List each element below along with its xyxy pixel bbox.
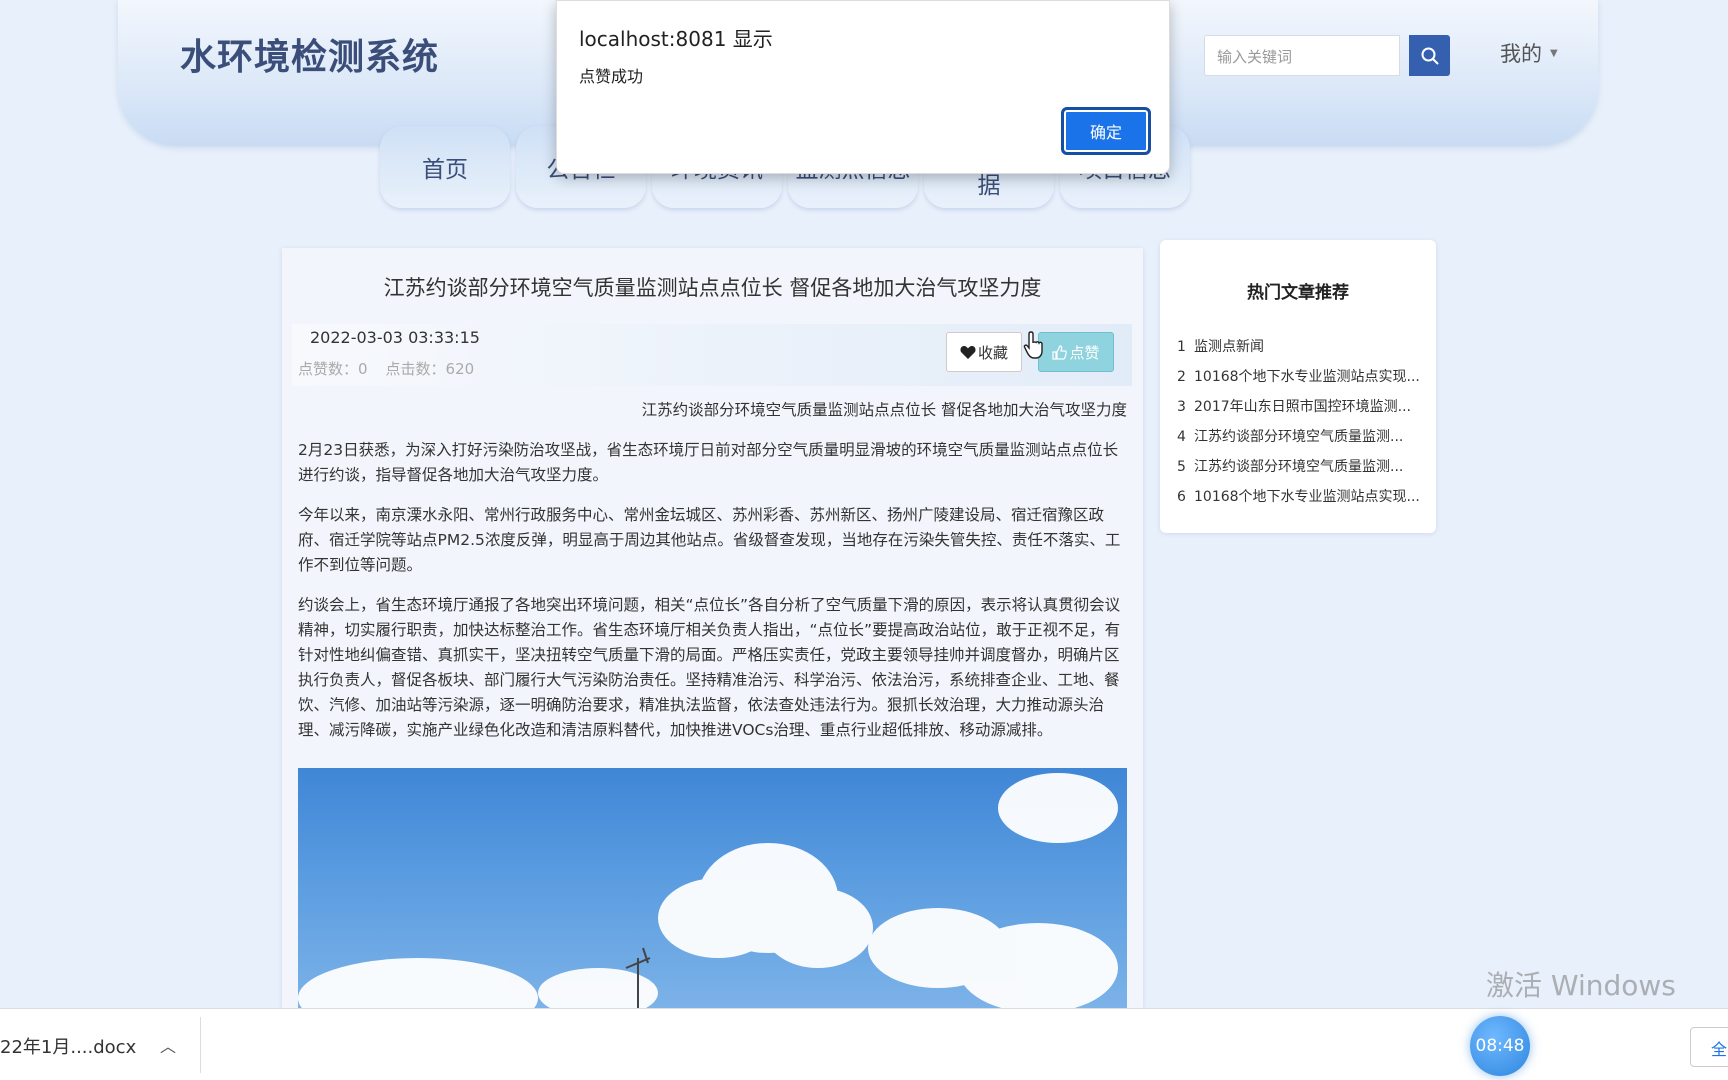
hot-article-item[interactable]: 6 10168个地下水专业监测站点实现... — [1177, 486, 1425, 516]
like-button[interactable]: 点赞 — [1038, 332, 1114, 372]
hot-article-item[interactable]: 1 监测点新闻 — [1177, 336, 1425, 366]
search-icon — [1421, 47, 1439, 65]
article-subtitle: 江苏约谈部分环境空气质量监测站点点位长 督促各地加大治气攻坚力度 — [641, 401, 1127, 419]
like-label: 点赞 — [1069, 343, 1100, 362]
download-file-name[interactable]: 22年1月....docx — [0, 1033, 136, 1059]
hot-article-item[interactable]: 3 2017年山东日照市国控环境监测... — [1177, 396, 1425, 426]
article-title: 江苏约谈部分环境空气质量监测站点点位长 督促各地加大治气攻坚力度 — [383, 276, 1042, 300]
dialog-message: 点赞成功 — [579, 67, 644, 86]
dialog-ok-button[interactable]: 确定 — [1061, 107, 1151, 155]
like-count: 点赞数：0 — [298, 360, 368, 378]
article-body: 2月23日获悉，为深入打好污染防治攻坚战，省生态环境厅日前对部分空气质量明显滑坡… — [298, 438, 1128, 758]
hot-articles-title: 热门文章推荐 — [1247, 283, 1349, 303]
my-menu-label: 我的 — [1500, 42, 1542, 66]
floating-clock[interactable]: 08:48 — [1470, 1016, 1530, 1076]
search-input[interactable]: 输入关键词 — [1204, 35, 1400, 76]
download-bar: 22年1月....docx ︿ 全 — [0, 1008, 1728, 1080]
dialog-title: localhost:8081 显示 — [579, 27, 773, 51]
article-card: 江苏约谈部分环境空气质量监测站点点位长 督促各地加大治气攻坚力度 2022-03… — [282, 248, 1143, 1008]
heart-icon — [960, 346, 976, 359]
article-paragraph: 今年以来，南京溧水永阳、常州行政服务中心、常州金坛城区、苏州彩香、苏州新区、扬州… — [298, 506, 1121, 574]
favorite-button[interactable]: 收藏 — [946, 332, 1022, 372]
my-menu[interactable]: 我的 ▼ — [1500, 38, 1558, 68]
sky-clouds-image — [298, 773, 1118, 1008]
windows-activation-watermark: 激活 Windows — [1486, 969, 1676, 1002]
hot-article-item[interactable]: 4 江苏约谈部分环境空气质量监测... — [1177, 426, 1425, 456]
chevron-up-icon[interactable]: ︿ — [160, 1033, 176, 1057]
caret-down-icon: ▼ — [1550, 47, 1558, 59]
click-count: 点击数：620 — [385, 360, 475, 378]
site-title[interactable]: 水环境检测系统 — [180, 28, 439, 80]
hot-article-item[interactable]: 5 江苏约谈部分环境空气质量监测... — [1177, 456, 1425, 486]
search-button[interactable] — [1409, 35, 1450, 76]
show-all-button[interactable]: 全 — [1690, 1027, 1728, 1067]
favorite-label: 收藏 — [977, 343, 1008, 362]
thumbs-up-icon — [1052, 344, 1068, 360]
hand-cursor-icon — [1023, 331, 1043, 359]
article-date: 2022-03-03 03:33:15 — [310, 328, 480, 347]
article-paragraph: 2月23日获悉，为深入打好污染防治攻坚战，省生态环境厅日前对部分空气质量明显滑坡… — [298, 441, 1119, 484]
hot-article-item[interactable]: 2 10168个地下水专业监测站点实现... — [1177, 366, 1425, 396]
article-image — [298, 768, 1127, 1008]
article-stats: 点赞数：0 点击数：620 — [298, 358, 474, 379]
nav-tab-home[interactable]: 首页 — [380, 126, 510, 208]
alert-dialog: localhost:8081 显示 点赞成功 确定 — [556, 0, 1170, 174]
article-paragraph: 约谈会上，省生态环境厅通报了各地突出环境问题，相关“点位长”各自分析了空气质量下… — [298, 596, 1121, 739]
divider — [200, 1017, 201, 1073]
hot-articles-panel: 热门文章推荐 1 监测点新闻 2 10168个地下水专业监测站点实现... 3 201… — [1160, 240, 1436, 533]
hot-articles-list: 1 监测点新闻 2 10168个地下水专业监测站点实现... 3 2017年山东日照市… — [1177, 336, 1425, 516]
